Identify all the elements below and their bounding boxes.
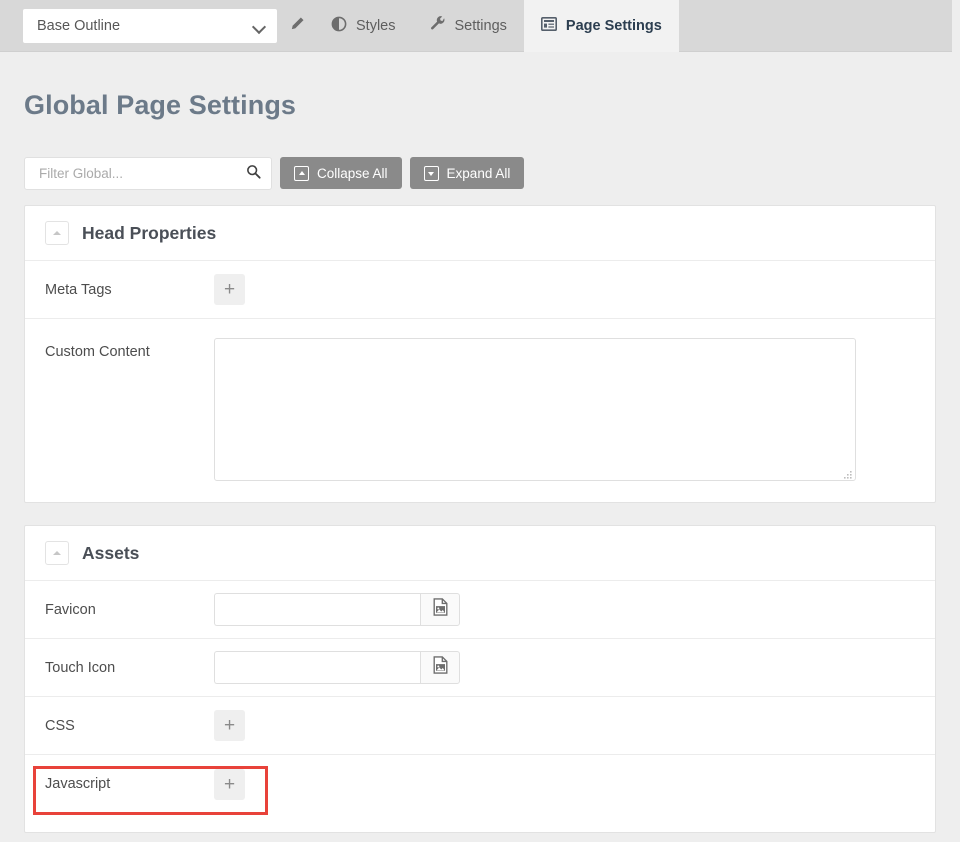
row-meta-tags-label: Meta Tags [45, 281, 112, 298]
row-custom-content-label: Custom Content [45, 344, 150, 360]
row-favicon: Favicon [25, 581, 935, 639]
touch-icon-input[interactable] [214, 651, 420, 684]
favicon-input-group [214, 593, 460, 626]
panel-head-properties-header[interactable]: Head Properties [25, 206, 935, 261]
tab-settings[interactable]: Settings [413, 0, 524, 52]
add-javascript-button[interactable]: + [214, 768, 245, 800]
favicon-picker-button[interactable] [420, 593, 460, 626]
filter-global-box[interactable] [24, 157, 272, 190]
filter-global-input[interactable] [37, 165, 246, 182]
top-toolbar: Base Outline Styles Settings Page Settin… [0, 0, 952, 52]
collapse-all-button[interactable]: Collapse All [280, 157, 402, 189]
row-css-label: CSS [45, 717, 75, 734]
image-file-icon [432, 598, 449, 621]
outline-select-value: Base Outline [37, 18, 121, 34]
tab-styles-label: Styles [356, 18, 396, 34]
boxed-caret-up-icon [294, 165, 309, 181]
touch-icon-picker-button[interactable] [420, 651, 460, 684]
tab-styles[interactable]: Styles [314, 0, 413, 52]
row-favicon-label: Favicon [45, 601, 96, 618]
image-file-icon [432, 656, 449, 679]
tab-page-settings-label: Page Settings [565, 18, 662, 34]
touch-icon-input-group [214, 651, 460, 684]
caret-up-icon[interactable] [45, 221, 69, 245]
favicon-input[interactable] [214, 593, 420, 626]
expand-all-button[interactable]: Expand All [409, 157, 525, 189]
caret-up-icon[interactable] [45, 541, 69, 565]
filter-toolbar: Collapse All Expand All [24, 157, 525, 190]
panel-head-properties-title: Head Properties [82, 222, 217, 243]
add-meta-tag-button[interactable]: + [214, 274, 245, 305]
row-touch-icon-label: Touch Icon [45, 659, 116, 676]
edit-outline-button[interactable] [280, 0, 314, 52]
row-custom-content: Custom Content [25, 319, 935, 501]
wrench-icon [430, 16, 446, 36]
contrast-circle-icon [331, 16, 347, 36]
search-icon[interactable] [246, 164, 261, 184]
row-touch-icon: Touch Icon [25, 639, 935, 697]
add-css-button[interactable]: + [214, 710, 245, 741]
custom-content-wrapper [214, 338, 856, 481]
row-css: CSS + [25, 697, 935, 755]
row-javascript-label: Javascript [45, 776, 111, 792]
panel-assets: Assets Favicon Touch Icon CSS + Javascri… [24, 525, 936, 833]
row-meta-tags: Meta Tags + [25, 261, 935, 319]
panel-assets-title: Assets [82, 542, 140, 563]
collapse-all-label: Collapse All [317, 165, 388, 181]
chevron-down-icon [253, 22, 266, 30]
panel-assets-header[interactable]: Assets [25, 526, 935, 581]
boxed-caret-down-icon [423, 165, 439, 181]
panel-head-properties: Head Properties Meta Tags + Custom Conte… [24, 205, 936, 503]
custom-content-textarea[interactable] [214, 338, 856, 481]
page-title: Global Page Settings [24, 90, 297, 120]
row-javascript: Javascript + [25, 755, 935, 813]
list-panel-icon [540, 17, 557, 35]
tab-page-settings[interactable]: Page Settings [523, 0, 679, 52]
outline-select[interactable]: Base Outline [23, 9, 277, 43]
tab-settings-label: Settings [454, 18, 507, 34]
pencil-icon [290, 16, 305, 36]
expand-all-label: Expand All [446, 165, 511, 181]
